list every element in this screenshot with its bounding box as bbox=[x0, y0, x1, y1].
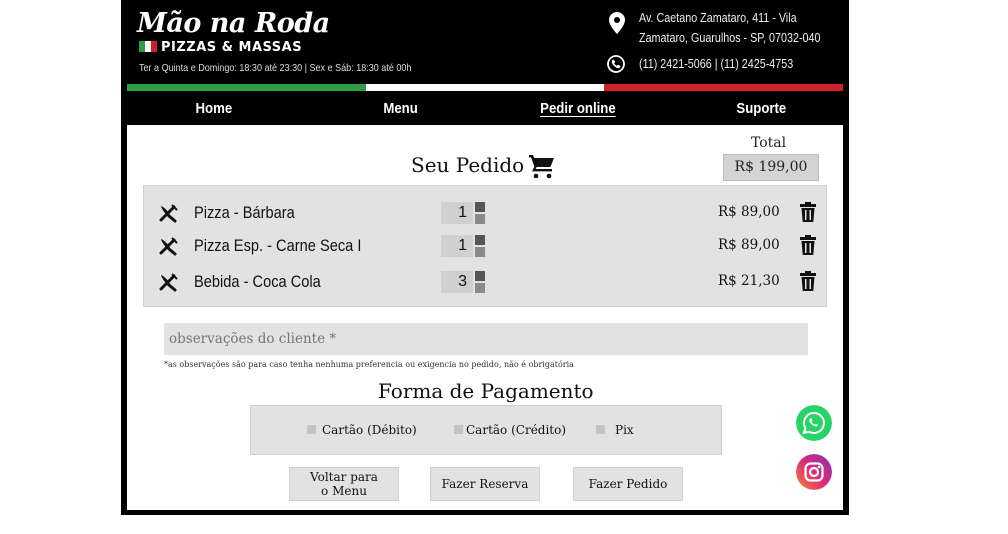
total-value: R$ 199,00 bbox=[723, 154, 819, 181]
total-label: Total bbox=[751, 135, 787, 151]
back-button-line-1: Voltar para bbox=[310, 470, 378, 484]
nav-support[interactable]: Suporte bbox=[736, 100, 786, 117]
trash-icon[interactable] bbox=[800, 202, 816, 222]
item-name: Bebida - Coca Cola bbox=[194, 272, 321, 291]
cutlery-icon bbox=[159, 273, 178, 292]
logo-flag-icon bbox=[139, 41, 157, 52]
quantity-spin bbox=[475, 235, 485, 257]
order-title: Seu Pedido bbox=[411, 153, 525, 177]
page-frame: Mão na Roda PIZZAS & MASSAS Ter a Quinta… bbox=[121, 0, 849, 515]
increase-button[interactable] bbox=[475, 271, 485, 281]
address-line-1: Av. Caetano Zamataro, 411 - Vila bbox=[639, 11, 797, 25]
instagram-icon[interactable] bbox=[796, 454, 832, 490]
order-items: Pizza - Bárbara 1 R$ 89,00 Pizza Esp. - … bbox=[143, 185, 827, 307]
item-name: Pizza Esp. - Carne Seca I bbox=[194, 236, 362, 255]
order-item: Pizza Esp. - Carne Seca I 1 R$ 89,00 bbox=[144, 231, 828, 261]
decrease-button[interactable] bbox=[475, 214, 485, 224]
item-price: R$ 89,00 bbox=[718, 237, 780, 253]
payment-option-debit[interactable]: Cartão (Débito) bbox=[307, 423, 417, 437]
trash-icon[interactable] bbox=[800, 271, 816, 291]
item-name: Pizza - Bárbara bbox=[194, 203, 295, 222]
payment-option-label: Cartão (Débito) bbox=[322, 423, 417, 437]
quantity-stepper[interactable]: 1 bbox=[441, 235, 487, 257]
back-to-menu-button[interactable]: Voltar para o Menu bbox=[289, 467, 399, 501]
quantity-stepper[interactable]: 3 bbox=[441, 271, 487, 293]
decrease-button[interactable] bbox=[475, 283, 485, 293]
order-item: Pizza - Bárbara 1 R$ 89,00 bbox=[144, 198, 828, 228]
address-line-2: Zamataro, Guarulhos - SP, 07032-040 bbox=[639, 31, 821, 45]
checkbox[interactable] bbox=[454, 425, 463, 434]
increase-button[interactable] bbox=[475, 235, 485, 245]
quantity-spin bbox=[475, 271, 485, 293]
payment-option-label: Cartão (Crédito) bbox=[466, 423, 567, 437]
nav-home[interactable]: Home bbox=[196, 100, 233, 117]
whatsapp-icon[interactable] bbox=[796, 405, 832, 441]
quantity-value[interactable]: 1 bbox=[441, 202, 473, 224]
quantity-spin bbox=[475, 202, 485, 224]
item-price: R$ 21,30 bbox=[718, 273, 780, 289]
cutlery-icon bbox=[159, 237, 178, 256]
decrease-button[interactable] bbox=[475, 247, 485, 257]
payment-option-credit[interactable]: Cartão (Crédito) bbox=[454, 423, 566, 437]
phone-numbers[interactable]: (11) 2421-5066 | (11) 2425-4753 bbox=[639, 57, 793, 71]
payment-option-label: Pix bbox=[615, 423, 634, 437]
main-nav: Home Menu Pedir online Suporte bbox=[127, 93, 843, 125]
opening-hours: Ter a Quinta e Domingo: 18:30 até 23:30 … bbox=[139, 62, 412, 74]
order-panel: Total R$ 199,00 Seu Pedido Pizza - Bárba… bbox=[127, 125, 843, 510]
site-header: Mão na Roda PIZZAS & MASSAS Ter a Quinta… bbox=[121, 0, 849, 84]
nav-menu[interactable]: Menu bbox=[383, 100, 417, 117]
observations-input[interactable] bbox=[164, 323, 808, 355]
phone-icon bbox=[607, 55, 625, 73]
flag-stripe bbox=[127, 84, 844, 91]
checkbox[interactable] bbox=[307, 425, 316, 434]
location-pin-icon bbox=[609, 12, 625, 34]
payment-title: Forma de Pagamento bbox=[378, 379, 594, 403]
nav-order-online[interactable]: Pedir online bbox=[540, 100, 616, 117]
back-button-line-2: o Menu bbox=[321, 484, 367, 498]
payment-option-pix[interactable]: Pix bbox=[596, 423, 634, 437]
logo-subtitle: PIZZAS & MASSAS bbox=[161, 40, 303, 55]
quantity-value[interactable]: 1 bbox=[441, 235, 473, 257]
trash-icon[interactable] bbox=[800, 235, 816, 255]
item-price: R$ 89,00 bbox=[718, 204, 780, 220]
quantity-value[interactable]: 3 bbox=[441, 271, 473, 293]
checkbox[interactable] bbox=[596, 425, 605, 434]
place-order-button[interactable]: Fazer Pedido bbox=[573, 467, 683, 501]
make-reservation-button[interactable]: Fazer Reserva bbox=[430, 467, 540, 501]
cutlery-icon bbox=[159, 204, 178, 223]
observations-note: *as observações são para caso tenha nenh… bbox=[164, 360, 574, 369]
payment-options: Cartão (Débito) Cartão (Crédito) Pix bbox=[250, 405, 722, 455]
address: Av. Caetano Zamataro, 411 - Vila Zamatar… bbox=[639, 8, 820, 48]
logo-title[interactable]: Mão na Roda bbox=[137, 8, 330, 39]
increase-button[interactable] bbox=[475, 202, 485, 212]
order-item: Bebida - Coca Cola 3 R$ 21,30 bbox=[144, 267, 828, 297]
cart-icon bbox=[529, 155, 554, 179]
quantity-stepper[interactable]: 1 bbox=[441, 202, 487, 224]
